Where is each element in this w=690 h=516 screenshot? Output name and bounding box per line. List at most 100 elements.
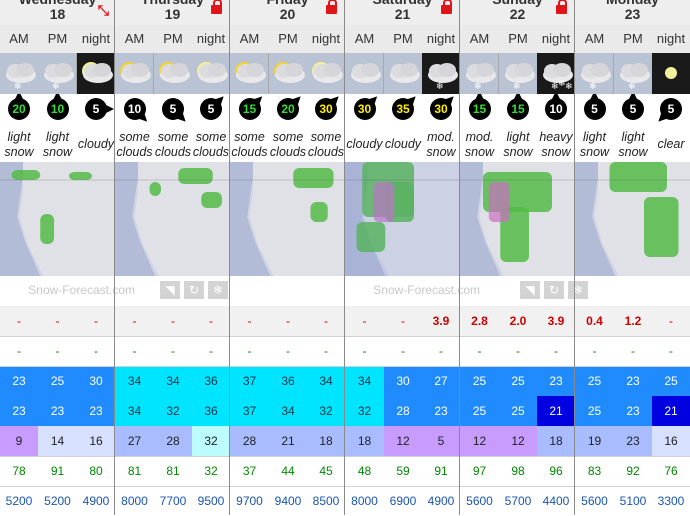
day-divider: [229, 0, 230, 515]
wind-indicator: 5: [154, 94, 192, 127]
summary-line: light: [506, 129, 530, 144]
max-temp-row-cell: 25: [575, 366, 614, 396]
snow-row-cell: -: [307, 306, 345, 336]
max-temp-row-cell: 34: [345, 366, 384, 396]
day-divider: [574, 0, 575, 515]
snow-row-cell: -: [652, 306, 690, 336]
weather-summary: some clouds: [269, 127, 307, 162]
lock-icon[interactable]: [211, 0, 222, 14]
svg-text:❄: ❄: [565, 82, 573, 92]
min-temp-row-cell: 23: [77, 396, 115, 426]
lock-icon[interactable]: [556, 0, 567, 14]
time-of-day-label: night: [537, 25, 575, 53]
max-temp-row-cell: 36: [192, 366, 230, 396]
weather-summary: light snow: [499, 127, 537, 162]
rain-row-cell: -: [115, 336, 154, 366]
sun-cloud-icon: [269, 53, 307, 94]
max-temp-row-cell: 30: [77, 366, 115, 396]
summary-line: snow: [426, 144, 456, 159]
snow-row-cell: 2.8: [460, 306, 499, 336]
wind-indicator: 35: [384, 94, 422, 127]
weather-summary: clear: [652, 127, 690, 162]
max-temp-row-cell: 34: [115, 366, 154, 396]
humidity-row-cell: 32: [192, 456, 230, 486]
summary-line: snow: [4, 144, 34, 159]
summary-line: some: [157, 129, 189, 144]
humidity-row-cell: 81: [154, 456, 192, 486]
wind-arrow-icon: [15, 94, 23, 99]
freezing-level-row-cell: 9700: [230, 486, 269, 516]
min-temp-row-cell: 34: [115, 396, 154, 426]
snowflake-icon[interactable]: ❄: [568, 281, 588, 299]
snowflake-icon[interactable]: ❄: [208, 281, 228, 299]
min-temp-row-cell: 23: [0, 396, 38, 426]
day-header: Saturday21: [345, 0, 460, 25]
refresh-icon[interactable]: ↻: [184, 281, 204, 299]
time-of-day-label: night: [422, 25, 460, 53]
cloud-icon: [384, 53, 422, 94]
day-header: Sunday22: [460, 0, 575, 25]
summary-line: mod.: [427, 129, 455, 144]
precipitation-map[interactable]: [575, 162, 690, 276]
time-of-day-label: PM: [269, 25, 307, 53]
wind-arrow-icon: [177, 113, 186, 122]
max-temp-row-cell: 25: [38, 366, 77, 396]
day-divider: [114, 0, 115, 515]
lock-icon[interactable]: [441, 0, 452, 14]
humidity-row-cell: 59: [384, 456, 422, 486]
refresh-icon[interactable]: ↻: [544, 281, 564, 299]
wind-arrow-icon: [253, 96, 263, 105]
humidity-row-cell: 78: [0, 456, 38, 486]
expand-icon[interactable]: ⤡: [98, 3, 109, 18]
precipitation-map[interactable]: [0, 162, 115, 276]
humidity-row-cell: 91: [38, 456, 77, 486]
snow-row-cell: -: [154, 306, 192, 336]
wind-arrow-icon: [629, 94, 637, 99]
summary-line: clouds: [192, 144, 230, 159]
min-temp-row-cell: 37: [230, 396, 269, 426]
wind-arrow-icon: [53, 94, 62, 99]
humidity-row-cell: 98: [499, 456, 537, 486]
weather-summary: light snow: [0, 127, 38, 162]
precipitation-map[interactable]: [115, 162, 230, 276]
min-temp-row-cell: 21: [537, 396, 575, 426]
weather-summary: heavy snow: [537, 127, 575, 162]
precipitation-map[interactable]: [460, 162, 575, 276]
summary-line: some: [272, 129, 304, 144]
rain-row-cell: -: [422, 336, 460, 366]
time-of-day-label: PM: [38, 25, 77, 53]
animate-icon[interactable]: ◥: [520, 281, 540, 299]
row-divider: [0, 456, 690, 457]
wind-chill-row-cell: 28: [154, 426, 192, 456]
animate-icon[interactable]: ◥: [160, 281, 180, 299]
snow-cloud-night-icon: ❄: [422, 53, 460, 94]
wind-arrow-icon: [138, 113, 148, 122]
summary-line: snow: [503, 144, 533, 159]
wind-indicator: 30: [422, 94, 460, 127]
wind-arrow-icon: [407, 96, 416, 105]
brand-label: Snow-Forecast.com: [350, 276, 480, 304]
wind-indicator: 5: [77, 94, 115, 127]
summary-line: light: [46, 129, 69, 144]
time-of-day-label: night: [307, 25, 345, 53]
cloud-night-icon: [77, 53, 115, 94]
snow-row-cell: -: [384, 306, 422, 336]
precipitation-map[interactable]: [345, 162, 460, 276]
wind-chill-row-cell: 23: [614, 426, 652, 456]
summary-line: clouds: [307, 144, 345, 159]
summary-line: snow: [42, 144, 73, 159]
precipitation-map[interactable]: [230, 162, 345, 276]
rain-row-cell: -: [345, 336, 384, 366]
freezing-level-row-cell: 4400: [537, 486, 575, 516]
snow-cloud-icon: ❄: [38, 53, 77, 94]
humidity-row-cell: 76: [652, 456, 690, 486]
freezing-level-row-cell: 4900: [422, 486, 460, 516]
max-temp-row-cell: 25: [460, 366, 499, 396]
snow-cloud-icon: ❄: [575, 53, 614, 94]
lock-icon[interactable]: [326, 0, 337, 14]
time-of-day-label: night: [77, 25, 115, 53]
summary-line: snow: [464, 144, 495, 159]
summary-line: snow: [541, 144, 571, 159]
wind-arrow-icon: [215, 96, 224, 105]
snow-cloud-icon: ❄: [0, 53, 38, 94]
